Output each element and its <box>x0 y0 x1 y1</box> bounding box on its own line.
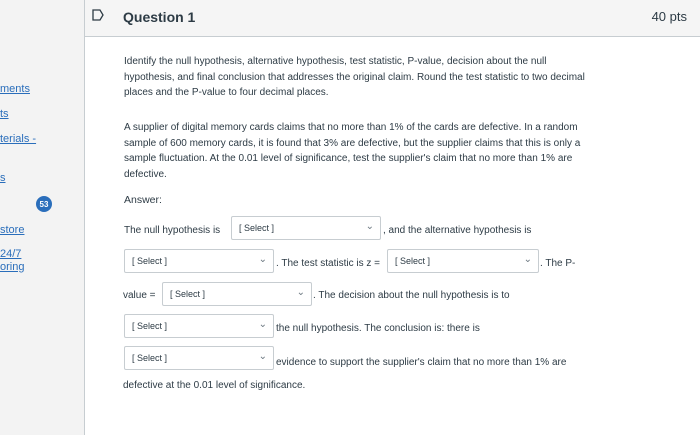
question-problem: A supplier of digital memory cards claim… <box>124 122 581 180</box>
test-statistic-select[interactable]: [ Select ] ⌄ <box>387 249 539 273</box>
p-value-label-start: . The P- <box>540 258 576 269</box>
test-statistic-label: . The test statistic is z = <box>276 258 381 269</box>
notification-badge: 53 <box>36 196 52 212</box>
chevron-down-icon: ⌄ <box>296 287 305 298</box>
chevron-down-icon: ⌄ <box>365 221 374 232</box>
conclusion-select[interactable]: [ Select ] ⌄ <box>124 346 274 370</box>
conclusion-label: the null hypothesis. The conclusion is: … <box>276 323 480 334</box>
decision-label: . The decision about the null hypothesis… <box>313 290 510 301</box>
question-instructions: Identify the null hypothesis, alternativ… <box>124 56 585 98</box>
nav-link-tutoring[interactable]: oring <box>0 261 24 273</box>
nav-link-announcements[interactable]: ments <box>0 83 30 95</box>
question-points: 40 pts <box>651 9 687 24</box>
nav-link-grades[interactable]: s <box>0 172 6 184</box>
nav-link-store[interactable]: store <box>0 224 24 236</box>
answer-label: Answer: <box>124 194 162 206</box>
bookmark-flag-icon[interactable] <box>91 8 105 22</box>
nav-link-tutoring-24-7[interactable]: 24/7 <box>0 248 21 260</box>
select-value: [ Select ] <box>170 289 206 299</box>
chevron-down-icon: ⌄ <box>258 319 267 330</box>
p-value-label-end: value = <box>123 290 156 301</box>
p-value-select[interactable]: [ Select ] ⌄ <box>162 282 312 306</box>
significance-conclusion-text: defective at the 0.01 level of significa… <box>123 380 306 391</box>
alternative-hypothesis-select[interactable]: [ Select ] ⌄ <box>124 249 274 273</box>
select-value: [ Select ] <box>395 256 431 266</box>
course-nav: ments ts terials - s 53 store 24/7 oring <box>0 0 70 435</box>
question-title: Question 1 <box>123 9 196 25</box>
nav-link-assignments[interactable]: ts <box>0 108 9 120</box>
select-value: [ Select ] <box>239 223 275 233</box>
nav-link-materials[interactable]: terials - <box>0 133 36 145</box>
chevron-down-icon: ⌄ <box>258 254 267 265</box>
evidence-label: evidence to support the supplier's claim… <box>276 357 567 368</box>
select-value: [ Select ] <box>132 353 168 363</box>
select-value: [ Select ] <box>132 256 168 266</box>
chevron-down-icon: ⌄ <box>258 351 267 362</box>
question-card: Question 1 40 pts Identify the null hypo… <box>84 0 700 435</box>
alternative-hypothesis-label: , and the alternative hypothesis is <box>383 225 532 236</box>
chevron-down-icon: ⌄ <box>523 254 532 265</box>
select-value: [ Select ] <box>132 321 168 331</box>
null-hypothesis-label: The null hypothesis is <box>124 225 221 236</box>
decision-select[interactable]: [ Select ] ⌄ <box>124 314 274 338</box>
null-hypothesis-select[interactable]: [ Select ] ⌄ <box>231 216 381 240</box>
question-header: Question 1 40 pts <box>85 0 700 37</box>
